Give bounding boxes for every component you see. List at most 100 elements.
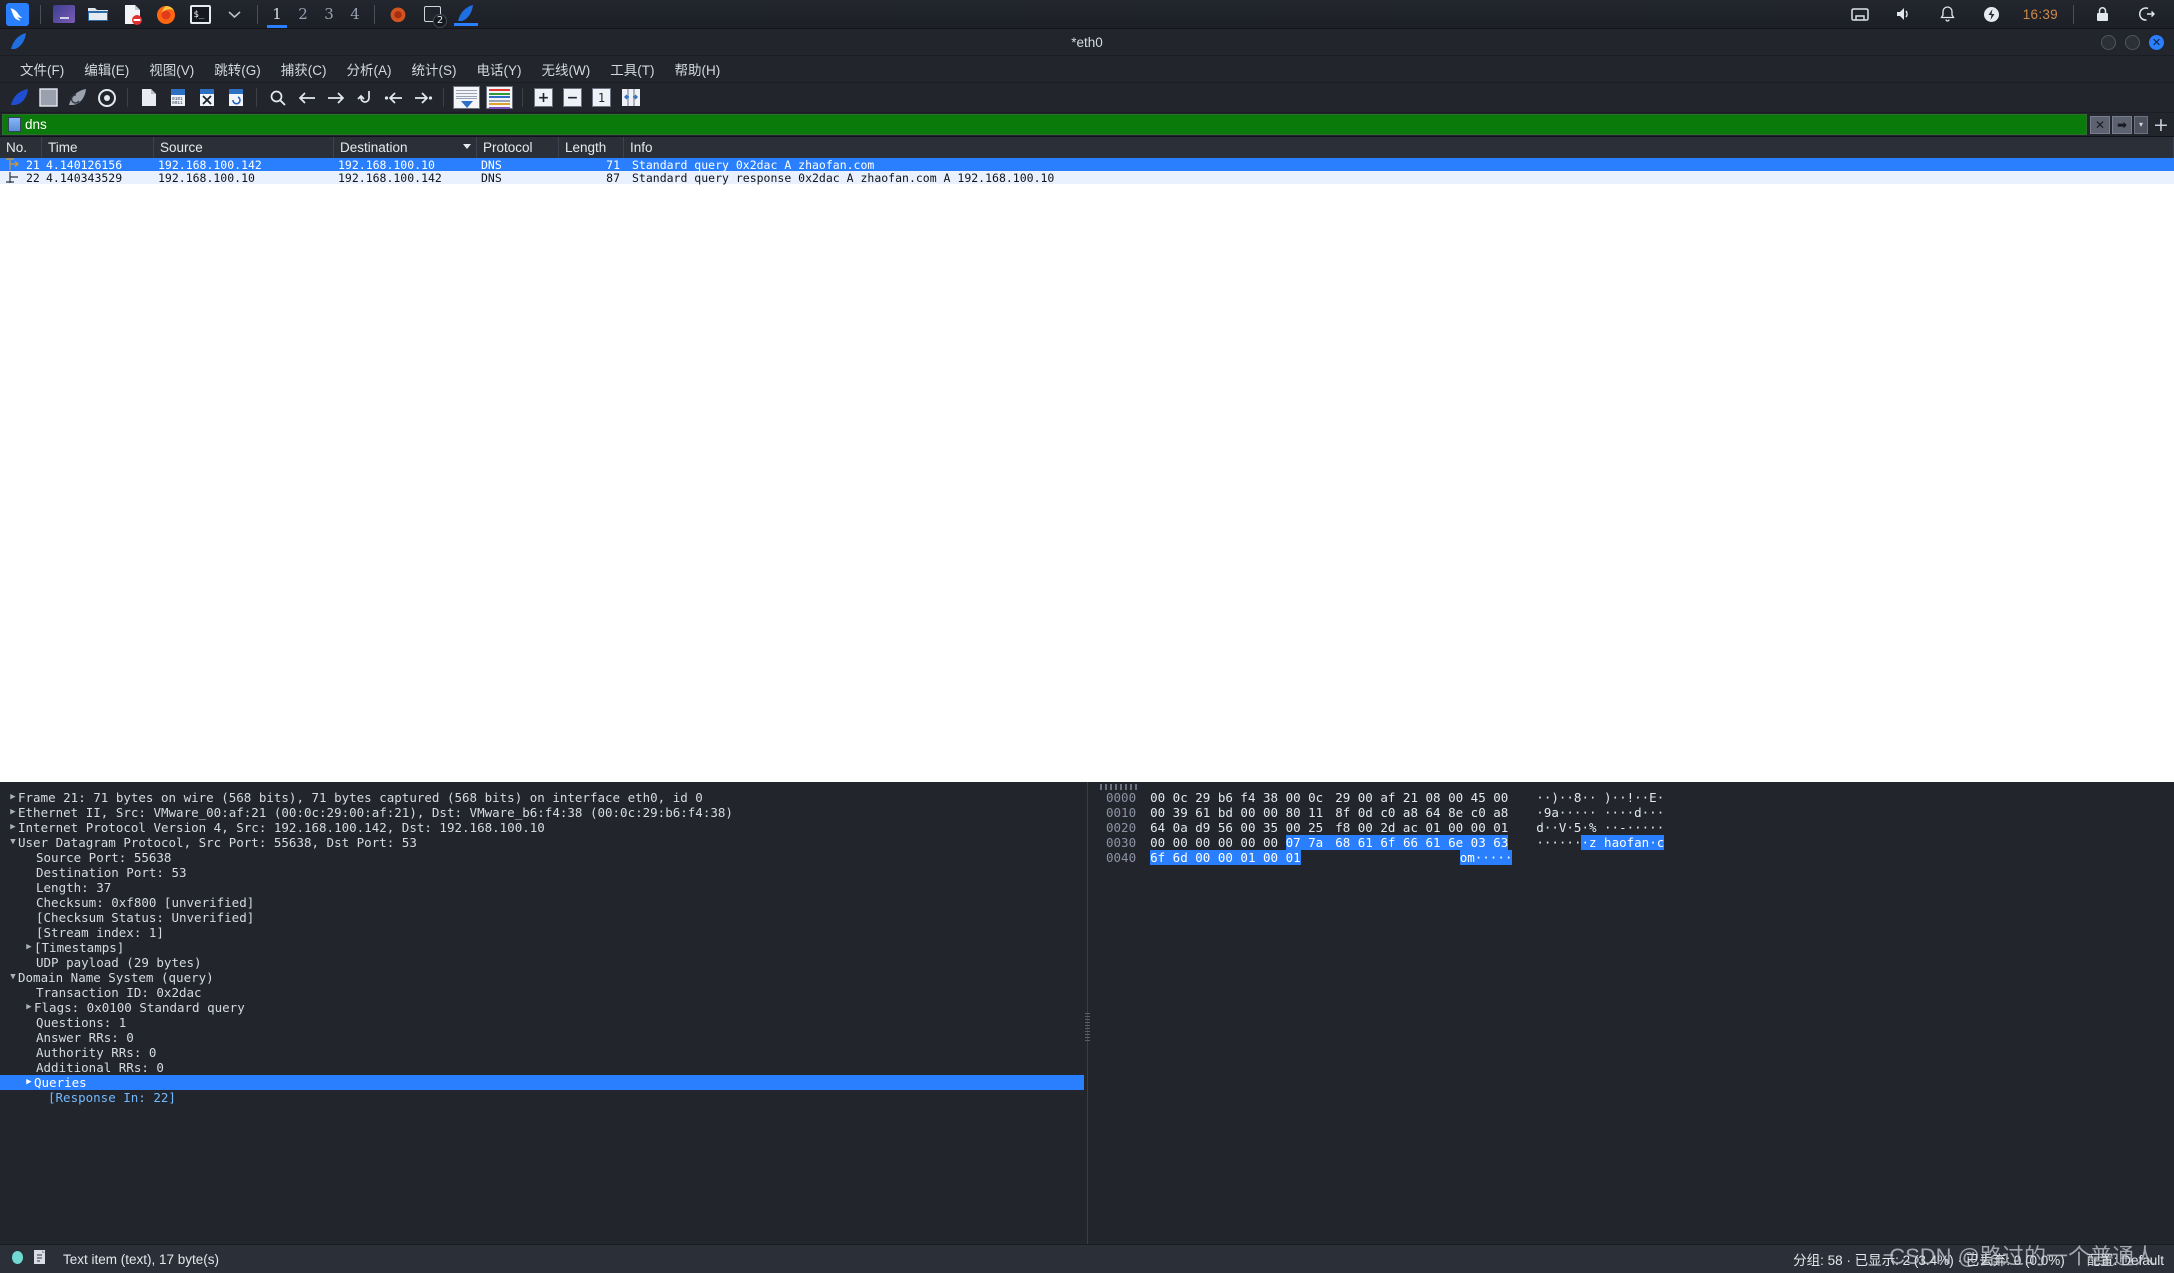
tree-row[interactable]: ▶ Ethernet II, Src: VMware_00:af:21 (00:… bbox=[0, 805, 1084, 820]
menu-tools[interactable]: 工具(T) bbox=[600, 56, 664, 82]
menu-capture[interactable]: 捕获(C) bbox=[271, 56, 337, 82]
zoom-out-icon[interactable]: − bbox=[559, 85, 586, 110]
tree-row[interactable]: [Stream index: 1] bbox=[0, 925, 1084, 940]
kali-menu-icon[interactable] bbox=[3, 3, 31, 26]
filter-bookmark-icon[interactable] bbox=[8, 117, 21, 132]
firefox-window-button[interactable] bbox=[384, 3, 412, 26]
close-file-icon[interactable] bbox=[193, 85, 220, 110]
logout-icon[interactable] bbox=[2132, 3, 2160, 26]
save-file-icon[interactable]: 01010011 bbox=[164, 85, 191, 110]
maximize-button[interactable] bbox=[2125, 35, 2140, 50]
chevron-right-icon[interactable]: ▶ bbox=[24, 1075, 34, 1090]
filter-add-button[interactable]: + bbox=[2150, 114, 2172, 136]
menu-analyze[interactable]: 分析(A) bbox=[337, 56, 402, 82]
column-header-length[interactable]: Length bbox=[559, 137, 624, 158]
go-to-packet-icon[interactable] bbox=[351, 85, 378, 110]
filter-apply-button[interactable]: ➡ bbox=[2112, 116, 2132, 134]
close-button[interactable]: ✕ bbox=[2149, 35, 2164, 50]
tree-row[interactable]: [Response In: 22] bbox=[0, 1090, 1084, 1105]
capture-comment-icon[interactable] bbox=[33, 1249, 47, 1269]
packet-bytes-pane[interactable]: 0000 00 0c 29 b6 f4 38 00 0c 29 00 af 21… bbox=[1092, 782, 2174, 1244]
resize-columns-icon[interactable] bbox=[617, 85, 644, 110]
zoom-in-icon[interactable]: + bbox=[530, 85, 557, 110]
stop-capture-icon[interactable] bbox=[35, 85, 62, 110]
tree-row[interactable]: Length: 37 bbox=[0, 880, 1084, 895]
column-header-source[interactable]: Source bbox=[154, 137, 334, 158]
table-row[interactable]: 22 4.140343529 192.168.100.10 192.168.10… bbox=[0, 171, 2174, 184]
chevron-right-icon[interactable]: ▶ bbox=[8, 805, 18, 820]
colorize-packets-icon[interactable] bbox=[484, 85, 515, 110]
filter-clear-button[interactable]: ✕ bbox=[2090, 116, 2110, 134]
pane-grip-icon[interactable] bbox=[1100, 784, 1140, 790]
wireshark-window-button[interactable] bbox=[452, 3, 480, 26]
go-to-last-packet-icon[interactable] bbox=[409, 85, 436, 110]
start-capture-icon[interactable] bbox=[6, 85, 33, 110]
workspace-3[interactable]: 3 bbox=[316, 1, 342, 28]
power-icon[interactable] bbox=[1978, 3, 2006, 26]
notification-bell-icon[interactable] bbox=[1934, 3, 1962, 26]
minimize-button[interactable] bbox=[2101, 35, 2116, 50]
reload-file-icon[interactable] bbox=[222, 85, 249, 110]
root-terminal-icon[interactable]: $_ bbox=[186, 3, 214, 26]
chevron-right-icon[interactable]: ▶ bbox=[24, 940, 34, 955]
pane-splitter[interactable] bbox=[1084, 782, 1092, 1244]
tree-row[interactable]: UDP payload (29 bytes) bbox=[0, 955, 1084, 970]
packet-list[interactable]: No. Time Source Destination Protocol Len… bbox=[0, 136, 2174, 782]
tree-row[interactable]: Checksum: 0xf800 [unverified] bbox=[0, 895, 1084, 910]
table-row[interactable]: 21 4.140126156 192.168.100.142 192.168.1… bbox=[0, 158, 2174, 171]
column-header-protocol[interactable]: Protocol bbox=[477, 137, 559, 158]
tree-row-selected[interactable]: ▶ Queries bbox=[0, 1075, 1084, 1090]
text-editor-icon[interactable] bbox=[118, 3, 146, 26]
column-header-destination[interactable]: Destination bbox=[334, 137, 477, 158]
tree-row[interactable]: ▶ Frame 21: 71 bytes on wire (568 bits),… bbox=[0, 790, 1084, 805]
menu-wireless[interactable]: 无线(W) bbox=[532, 56, 601, 82]
chevron-right-icon[interactable]: ▶ bbox=[8, 790, 18, 805]
menu-file[interactable]: 文件(F) bbox=[10, 56, 74, 82]
chevron-down-icon[interactable]: ▼ bbox=[8, 835, 18, 850]
tree-row[interactable]: Answer RRs: 0 bbox=[0, 1030, 1084, 1045]
packet-list-body[interactable]: 21 4.140126156 192.168.100.142 192.168.1… bbox=[0, 158, 2174, 782]
tree-row[interactable]: Transaction ID: 0x2dac bbox=[0, 985, 1084, 1000]
launcher-chevron-down-icon[interactable] bbox=[220, 3, 248, 26]
menu-view[interactable]: 视图(V) bbox=[139, 56, 204, 82]
restart-capture-icon[interactable] bbox=[64, 85, 91, 110]
file-manager-icon[interactable] bbox=[84, 3, 112, 26]
lock-screen-icon[interactable] bbox=[2088, 3, 2116, 26]
tree-row[interactable]: Questions: 1 bbox=[0, 1015, 1084, 1030]
capture-options-icon[interactable] bbox=[93, 85, 120, 110]
terminal-emulator-icon[interactable] bbox=[50, 3, 78, 26]
network-icon[interactable] bbox=[1846, 3, 1874, 26]
workspace-2[interactable]: 2 bbox=[290, 1, 316, 28]
chevron-right-icon[interactable]: ▶ bbox=[24, 1000, 34, 1015]
filter-dropdown-button[interactable]: ▾ bbox=[2134, 116, 2148, 134]
column-header-info[interactable]: Info bbox=[624, 137, 2174, 158]
zoom-reset-icon[interactable]: 1 bbox=[588, 85, 615, 110]
tree-row[interactable]: ▶ [Timestamps] bbox=[0, 940, 1084, 955]
firefox-icon[interactable] bbox=[152, 3, 180, 26]
terminal-window-button[interactable]: 2 bbox=[418, 3, 446, 26]
go-back-icon[interactable] bbox=[293, 85, 320, 110]
column-header-no[interactable]: No. bbox=[0, 137, 42, 158]
tree-row[interactable]: Additional RRs: 0 bbox=[0, 1060, 1084, 1075]
tree-row[interactable]: [Checksum Status: Unverified] bbox=[0, 910, 1084, 925]
display-filter-input[interactable]: dns bbox=[2, 114, 2087, 135]
volume-icon[interactable] bbox=[1890, 3, 1918, 26]
menu-edit[interactable]: 编辑(E) bbox=[74, 56, 139, 82]
chevron-down-icon[interactable]: ▼ bbox=[8, 970, 18, 985]
open-file-icon[interactable] bbox=[135, 85, 162, 110]
workspace-1[interactable]: 1 bbox=[264, 1, 290, 28]
tree-row[interactable]: Authority RRs: 0 bbox=[0, 1045, 1084, 1060]
go-forward-icon[interactable] bbox=[322, 85, 349, 110]
packet-details-pane[interactable]: ▶ Frame 21: 71 bytes on wire (568 bits),… bbox=[0, 782, 1084, 1244]
chevron-right-icon[interactable]: ▶ bbox=[8, 820, 18, 835]
menu-go[interactable]: 跳转(G) bbox=[204, 56, 271, 82]
tree-row[interactable]: ▼ Domain Name System (query) bbox=[0, 970, 1084, 985]
expert-info-icon[interactable] bbox=[10, 1250, 25, 1269]
find-packet-icon[interactable] bbox=[264, 85, 291, 110]
menu-help[interactable]: 帮助(H) bbox=[664, 56, 730, 82]
workspace-4[interactable]: 4 bbox=[342, 1, 368, 28]
tree-row[interactable]: ▶ Flags: 0x0100 Standard query bbox=[0, 1000, 1084, 1015]
tree-row[interactable]: ▶ Internet Protocol Version 4, Src: 192.… bbox=[0, 820, 1084, 835]
auto-scroll-icon[interactable] bbox=[451, 85, 482, 110]
tree-row[interactable]: Source Port: 55638 bbox=[0, 850, 1084, 865]
